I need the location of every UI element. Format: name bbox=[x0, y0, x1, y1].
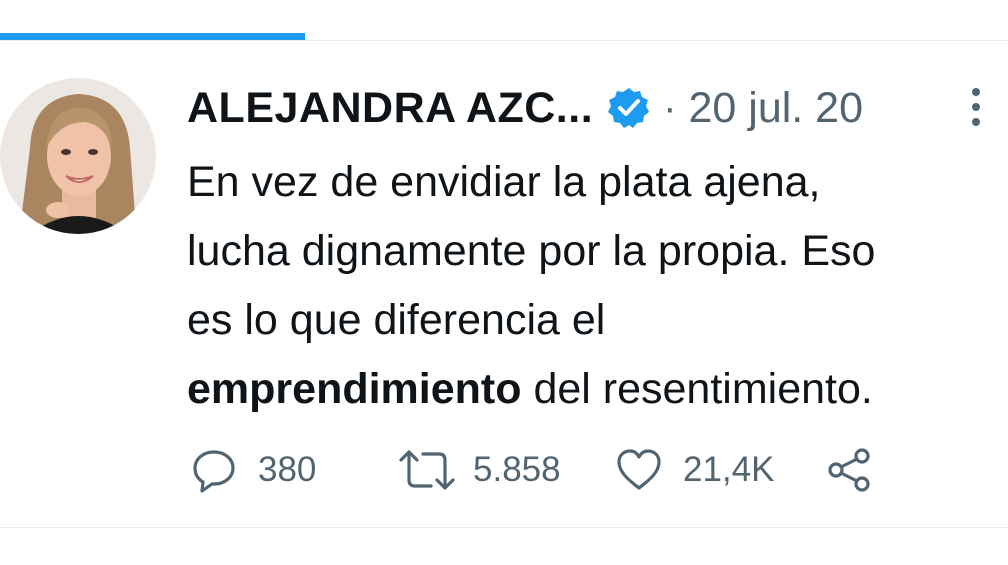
share-icon bbox=[828, 448, 870, 492]
author-name[interactable]: ALEJANDRA AZC... bbox=[187, 84, 593, 133]
tweet-text-line-4: emprendimiento del resentimiento. bbox=[187, 355, 1002, 424]
reply-button[interactable]: 380 bbox=[190, 443, 316, 497]
tweet-date[interactable]: 20 jul. 20 bbox=[688, 84, 863, 133]
retweet-button[interactable]: 5.858 bbox=[397, 443, 561, 497]
heart-icon bbox=[617, 449, 661, 490]
active-tab-indicator bbox=[0, 33, 305, 40]
reply-icon bbox=[193, 450, 235, 493]
bottom-divider bbox=[0, 527, 1008, 528]
verified-badge-icon bbox=[607, 86, 651, 130]
avatar[interactable] bbox=[0, 78, 156, 234]
tweet-text-line-2: lucha dignamente por la propia. Eso bbox=[187, 227, 876, 275]
tweet-text-line-4-rest: del resentimiento. bbox=[521, 365, 873, 413]
retweet-count: 5.858 bbox=[473, 450, 561, 489]
share-button[interactable] bbox=[826, 443, 874, 497]
tweet-header: ALEJANDRA AZC... · 20 jul. 20 bbox=[187, 80, 863, 136]
tweet-text-bold-word: emprendimiento bbox=[187, 365, 522, 413]
like-count: 21,4K bbox=[683, 450, 775, 489]
tweet-text-line-1: En vez de envidiar la plata ajena, bbox=[187, 158, 821, 206]
tweet-text: En vez de envidiar la plata ajena, lucha… bbox=[187, 148, 1002, 424]
retweet-icon bbox=[399, 450, 455, 490]
like-button[interactable]: 21,4K bbox=[615, 443, 774, 497]
top-divider bbox=[0, 40, 1008, 41]
header-separator: · bbox=[663, 85, 677, 130]
tweet-text-line-3: es lo que diferencia el bbox=[187, 296, 606, 344]
reply-count: 380 bbox=[258, 450, 317, 489]
more-vertical-icon[interactable] bbox=[966, 84, 986, 130]
